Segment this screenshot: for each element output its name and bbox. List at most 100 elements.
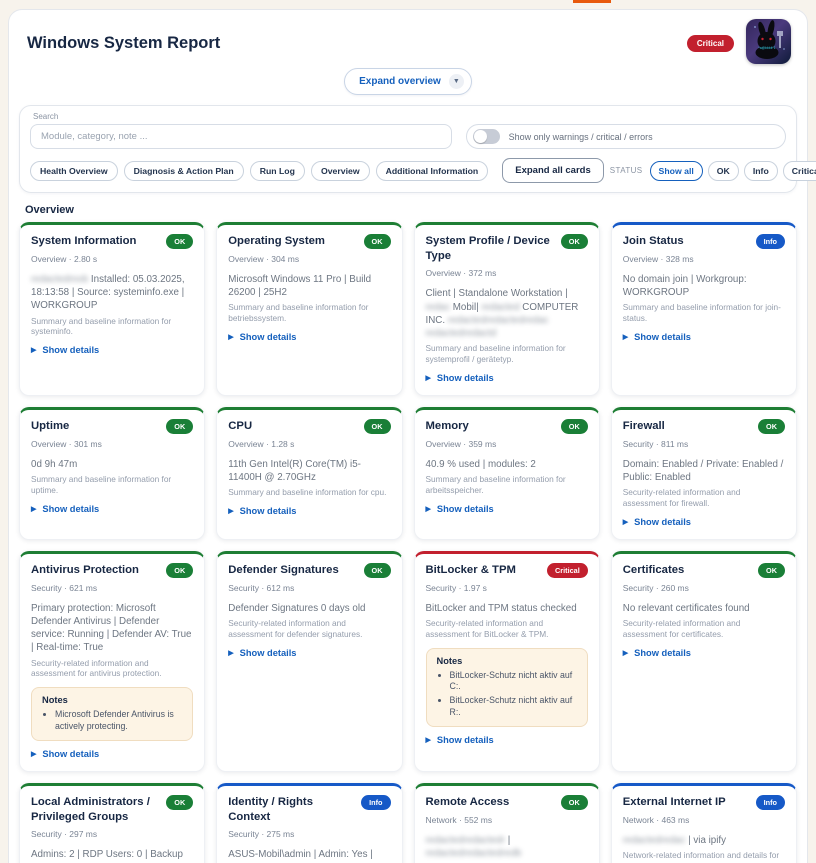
chip-overview[interactable]: Overview <box>310 160 370 181</box>
show-details-link[interactable]: ▶ Show details <box>623 648 691 658</box>
show-details-link[interactable]: ▶ Show details <box>228 506 296 516</box>
status-badge: Info <box>361 795 391 811</box>
card-summary: Admins: 2 | RDP Users: 0 | Backup Operat… <box>31 848 193 863</box>
status-badge: Info <box>755 795 785 811</box>
show-details-label: Show details <box>634 332 691 342</box>
notes-box: Notes BitLocker-Schutz nicht aktiv auf C… <box>425 647 588 728</box>
status-badge: OK <box>166 234 194 249</box>
card-summary: redactedmob Installed: 05.03.2025, 18:13… <box>31 273 193 313</box>
card-title: External Internet IP <box>622 796 726 809</box>
card-meta: Overview · 372 ms <box>425 268 497 279</box>
card-description: Security-related information and assessm… <box>425 618 549 639</box>
warnings-toggle[interactable] <box>472 129 500 144</box>
card-description: Summary and baseline information for arb… <box>425 474 566 495</box>
triangle-right-icon: ▶ <box>622 649 629 657</box>
card-summary: Domain: Enabled / Private: Enabled / Pub… <box>623 458 785 484</box>
redacted-text: redactedredactedredb <box>425 848 522 860</box>
triangle-right-icon: ▶ <box>228 649 234 657</box>
expand-overview-row: Expand overview ▼ <box>9 68 807 95</box>
category-chips: Health Overview Diagnosis & Action Plan Ru… <box>30 160 489 181</box>
card-title: Identity / Rights Context <box>228 796 313 823</box>
chip-diagnosis-action-plan[interactable]: Diagnosis & Action Plan <box>123 160 244 181</box>
summary-text: | via ipify <box>685 835 727 847</box>
card-memory: Memory OK Overview · 359 ms 40.9 % used … <box>413 406 600 540</box>
notes-list: Microsoft Defender Antivirus is actively… <box>55 709 182 732</box>
summary-text: 11th Gen Intel(R) Core(TM) i5-11400H @ 2… <box>228 458 361 483</box>
status-filter-ok[interactable]: OK <box>707 160 739 181</box>
status-badge: Critical <box>547 562 588 578</box>
overall-status-badge: Critical <box>686 35 734 52</box>
expand-all-cards-button[interactable]: Expand all cards <box>502 158 604 183</box>
status-filter-info[interactable]: Info <box>743 160 778 181</box>
card-title: Antivirus Protection <box>31 563 139 576</box>
card-meta: Overview · 304 ms <box>228 254 300 264</box>
status-badge: OK <box>363 234 391 249</box>
toggle-knob <box>473 130 487 143</box>
show-details-link[interactable]: ▶ Show details <box>426 735 494 745</box>
show-details-link[interactable]: ▶ Show details <box>426 504 494 514</box>
card-title: System Profile / Device Type <box>425 235 550 262</box>
show-details-link[interactable]: ▶ Show details <box>228 648 296 658</box>
card-meta: Security · 1.97 s <box>425 582 487 593</box>
show-details-label: Show details <box>42 345 100 356</box>
show-details-link[interactable]: ▶ Show details <box>426 373 494 383</box>
notes-title: Notes <box>42 695 68 706</box>
show-details-label: Show details <box>436 735 494 746</box>
show-details-link[interactable]: ▶ Show details <box>31 504 99 514</box>
card-cpu: CPU OK Overview · 1.28 s 11th Gen Intel(… <box>216 406 403 540</box>
status-badge: Info <box>755 234 785 249</box>
show-details-link[interactable]: ▶ Show details <box>228 332 296 342</box>
show-details-label: Show details <box>634 516 691 527</box>
section-title-overview: Overview <box>25 204 74 216</box>
summary-text: BitLocker and TPM status checked <box>425 602 577 614</box>
card-description: Summary and baseline information for bet… <box>228 302 369 324</box>
show-details-link[interactable]: ▶ Show details <box>31 749 99 759</box>
search-label: Search <box>33 112 59 121</box>
card-meta: Overview · 301 ms <box>31 438 102 449</box>
status-filter-critical[interactable]: Critical <box>782 160 816 181</box>
status-badge: OK <box>363 418 391 434</box>
show-details-label: Show details <box>436 372 494 383</box>
triangle-right-icon: ▶ <box>425 505 431 513</box>
card-title: Operating System <box>228 235 325 247</box>
card-summary: ASUS-Mobil\admin | Admin: Yes | Groups: … <box>228 848 390 863</box>
redacted-text: redactedredac <box>622 835 686 847</box>
card-summary: redactedredac | via ipify <box>623 834 785 847</box>
note-item: BitLocker-Schutz nicht aktiv auf R:. <box>450 695 577 718</box>
card-meta: Overview · 2.80 s <box>31 254 98 264</box>
show-details-label: Show details <box>239 332 297 342</box>
page-title: Windows System Report <box>27 34 221 52</box>
warnings-toggle-label: Show only warnings / critical / errors <box>508 131 653 142</box>
card-meta: Overview · 359 ms <box>425 438 497 449</box>
note-item: Microsoft Defender Antivirus is actively… <box>55 709 182 732</box>
status-filter-label: STATUS <box>609 166 643 175</box>
chip-run-log[interactable]: Run Log <box>249 160 305 181</box>
card-title: Firewall <box>622 419 665 432</box>
card-description: Network-related information and details … <box>622 850 780 863</box>
triangle-right-icon: ▶ <box>228 334 234 341</box>
card-join-status: Join Status Info Overview · 328 ms No do… <box>610 222 797 396</box>
chip-additional-information[interactable]: Additional Information <box>375 160 489 181</box>
triangle-right-icon: ▶ <box>31 751 37 759</box>
triangle-right-icon: ▶ <box>425 737 431 745</box>
card-title: Memory <box>425 419 469 432</box>
card-grid: System Information OK Overview · 2.80 s … <box>19 222 797 863</box>
show-details-link[interactable]: ▶ Show details <box>623 332 691 342</box>
show-details-link[interactable]: ▶ Show details <box>623 517 691 527</box>
rabbit-logo-icon: *a@bbbit*1 <box>746 19 791 64</box>
card-summary: Defender Signatures 0 days old <box>228 602 390 615</box>
search-input[interactable] <box>30 124 452 149</box>
card-antivirus-protection: Antivirus Protection OK Security · 621 m… <box>19 550 206 773</box>
card-summary: Microsoft Windows 11 Pro | Build 26200 |… <box>228 273 390 299</box>
chip-health-overview[interactable]: Health Overview <box>30 160 118 181</box>
card-summary: No domain join | Workgroup: WORKGROUP <box>623 273 785 299</box>
status-badge: OK <box>363 562 391 578</box>
status-filters: STATUS Show allOKInfoCriticalWarningErro… <box>609 160 816 181</box>
status-filter-show-all[interactable]: Show all <box>649 160 703 181</box>
expand-overview-button[interactable]: Expand overview ▼ <box>344 68 472 95</box>
note-item: BitLocker-Schutz nicht aktiv auf C:. <box>450 670 577 693</box>
card-description: Summary and baseline information for upt… <box>31 474 172 495</box>
summary-text: Microsoft Windows 11 Pro | Build 26200 |… <box>228 274 372 299</box>
card-summary: 11th Gen Intel(R) Core(TM) i5-11400H @ 2… <box>228 458 390 484</box>
show-details-link[interactable]: ▶ Show details <box>31 345 99 355</box>
